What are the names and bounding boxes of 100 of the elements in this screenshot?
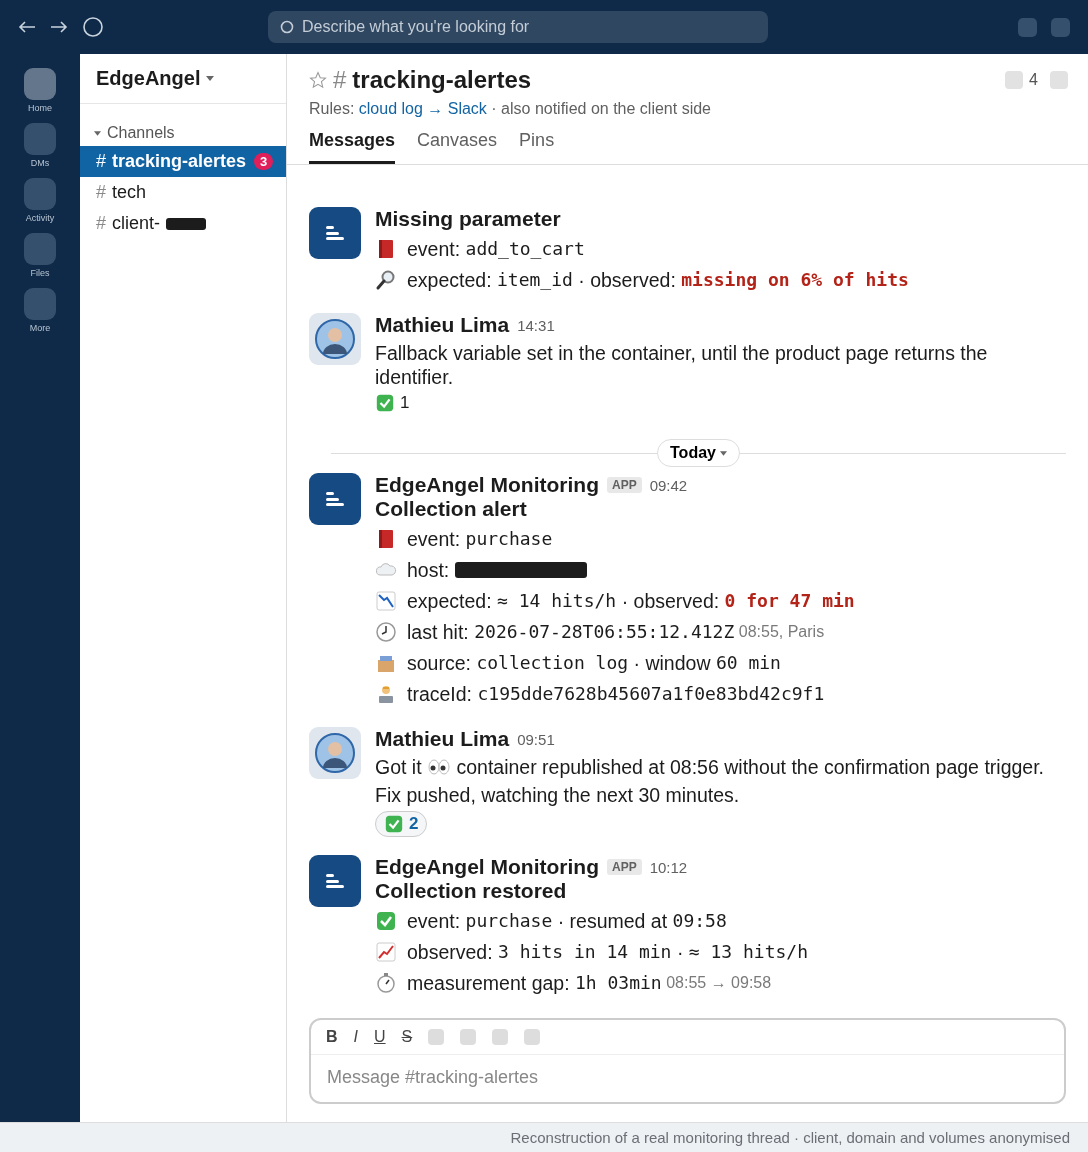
code-text: purchase (465, 908, 553, 933)
author-name[interactable]: EdgeAngel Monitoring (375, 473, 599, 497)
section-toggle[interactable]: Channels (94, 124, 286, 142)
chart-down-icon (375, 589, 397, 612)
message-text: measurement gap: (407, 970, 571, 995)
channel-title: tracking-alertes (352, 66, 532, 94)
channel-name: tech (112, 182, 147, 203)
message-text: Fix pushed, watching the next 30 minutes. (375, 783, 740, 807)
code-text: collection log (476, 650, 629, 675)
code-text: purchase (465, 526, 553, 551)
alert-value: 0 for 47 min (724, 588, 855, 613)
toolbar-icon[interactable] (524, 1029, 541, 1045)
format-button[interactable]: U (374, 1028, 386, 1046)
message-text: observed: (407, 939, 494, 964)
star-icon[interactable] (309, 71, 327, 89)
format-button[interactable]: B (326, 1028, 338, 1046)
message-time[interactable]: 10:12 (649, 858, 688, 876)
hash-text: # (96, 151, 106, 172)
search-field[interactable]: Describe what you're looking for (268, 11, 768, 43)
members-icon[interactable] (1005, 71, 1024, 89)
alert-value: missing on 6% of hits (681, 267, 909, 292)
member-count: 4 (1029, 71, 1038, 89)
author-name[interactable]: Mathieu Lima (375, 727, 510, 751)
search-icon (375, 268, 397, 291)
code-text: 60 min (715, 650, 781, 675)
message-field[interactable]: B I U S Message #tracking-alertes (309, 1018, 1066, 1104)
check-icon (375, 393, 395, 413)
toolbar-icon[interactable] (1018, 17, 1037, 37)
channel-name: tracking-alertes (112, 151, 247, 172)
check-icon (384, 814, 404, 834)
hash-text: # (333, 66, 347, 94)
message-text: Fallback variable set in the container, until the product page returns the identifier. (375, 341, 989, 389)
message-text: last hit: (407, 619, 470, 644)
toolbar-icon[interactable] (1051, 17, 1070, 37)
format-button[interactable]: S (401, 1028, 413, 1046)
rules-text: Rules: (309, 100, 356, 118)
toolbar-icon[interactable] (428, 1029, 445, 1045)
channel-icon[interactable] (1050, 71, 1068, 89)
channel-tab[interactable]: Canvases (417, 126, 498, 164)
code-text: item_id (497, 267, 573, 292)
code-text: add_to_cart (465, 236, 585, 261)
code-text: ≈ 14 hits/h (497, 588, 617, 613)
message-text: Got it (375, 755, 423, 779)
message-text: · (675, 939, 685, 964)
message-time[interactable]: 09:42 (649, 476, 688, 494)
caret-icon (94, 130, 101, 136)
reaction-button[interactable]: 1 (375, 393, 410, 413)
user-avatar (309, 313, 361, 365)
rule-link[interactable]: cloud log → Slack (358, 100, 487, 118)
message-text: · observed: (620, 588, 721, 613)
caret-icon (206, 76, 215, 81)
user-avatar (309, 727, 361, 779)
stopwatch-icon (375, 971, 397, 994)
message-text: container republished at 08:56 without the confirmation page trigger. (455, 755, 1044, 779)
clock-icon (375, 620, 397, 643)
back-button[interactable] (18, 20, 36, 34)
rules-text: · also notified on the client side (490, 100, 711, 118)
code-text: c195dde7628b45607a1f0e83bd42c9f1 (477, 681, 825, 706)
author-name[interactable]: EdgeAngel Monitoring (375, 855, 599, 879)
message-title: Collection alert (375, 497, 528, 521)
code-text: 2026-07-28T06:55:12.412Z (474, 619, 735, 644)
message-text: host: (407, 557, 451, 582)
history-button[interactable] (82, 16, 104, 38)
message-time[interactable]: 09:51 (517, 730, 555, 748)
message-text: event: (407, 526, 462, 551)
app-avatar (309, 473, 361, 525)
message-text: · observed: (577, 267, 677, 292)
day-divider[interactable]: Today (657, 439, 740, 467)
message-time[interactable]: 14:31 (517, 316, 555, 334)
channel-item[interactable]: # tracking-alertes 3 (80, 146, 286, 177)
code-text: 09:58 (672, 908, 727, 933)
app-tag: APP (607, 859, 642, 875)
channel-tab[interactable]: Pins (519, 126, 555, 164)
forward-button[interactable] (50, 20, 68, 34)
message-text: traceId: (407, 681, 474, 706)
footer-note: Reconstruction of a real monitoring thread · client, domain and volumes anonymised (510, 1129, 1070, 1146)
message-text: expected: (407, 588, 493, 613)
channel-name: client- (112, 213, 161, 234)
check-icon (375, 909, 397, 932)
message-title: Missing parameter (375, 207, 562, 231)
app-avatar (309, 855, 361, 907)
toolbar-icon[interactable] (492, 1029, 509, 1045)
message-text: source: (407, 650, 472, 675)
code-text: ≈ 13 hits/h (688, 939, 808, 964)
channel-item[interactable]: # tech (80, 177, 286, 208)
code-text: 3 hits in 14 min (498, 939, 672, 964)
workspace-name[interactable]: EdgeAngel (96, 67, 201, 90)
hash-text: # (96, 182, 106, 203)
message-title: Collection restored (375, 879, 568, 903)
unread-count: 3 (254, 153, 274, 170)
code-text: 1h 03min (575, 970, 662, 995)
message-text: · window (632, 650, 712, 675)
toolbar-icon[interactable] (460, 1029, 477, 1045)
message-text: event: (407, 236, 462, 261)
channel-tab[interactable]: Messages (309, 126, 396, 164)
search-icon (280, 20, 294, 34)
channel-item[interactable]: # client- (80, 208, 286, 239)
reaction-button[interactable]: 2 (375, 811, 428, 837)
format-button[interactable]: I (353, 1028, 358, 1046)
author-name[interactable]: Mathieu Lima (375, 313, 510, 337)
